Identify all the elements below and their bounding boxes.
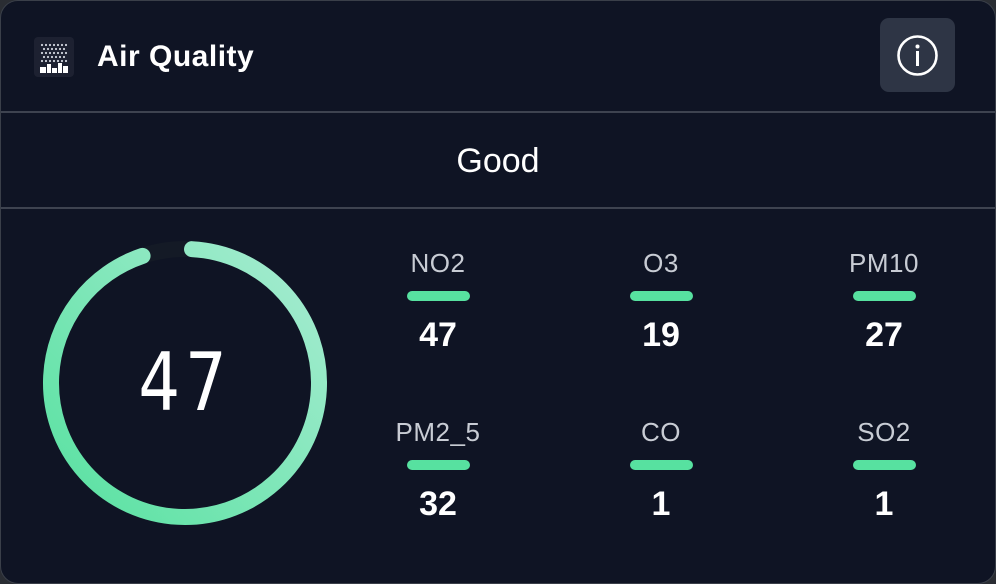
metric-label: SO2 xyxy=(857,417,911,447)
status-section: Good xyxy=(1,113,995,207)
metric-value: 32 xyxy=(419,485,457,523)
metric-value: 19 xyxy=(642,316,680,354)
air-quality-app-icon xyxy=(34,37,74,77)
metric-co: CO 1 xyxy=(591,416,731,536)
card-title: Air Quality xyxy=(97,40,255,73)
metric-label: NO2 xyxy=(410,248,466,278)
metric-so2: SO2 1 xyxy=(814,416,954,536)
metric-value: 1 xyxy=(874,485,894,523)
air-quality-card: Air Quality Good 47 NO2 47 O3 19 PM10 27… xyxy=(0,0,996,584)
metric-level-bar xyxy=(629,460,693,470)
info-icon xyxy=(897,35,938,76)
metric-label: CO xyxy=(641,417,681,447)
metric-level-bar xyxy=(629,291,693,301)
metric-level-bar xyxy=(406,291,470,301)
air-quality-status: Good xyxy=(456,142,540,180)
air-quality-icon xyxy=(40,43,68,73)
metric-value: 47 xyxy=(419,316,457,354)
metric-pm10: PM10 27 xyxy=(814,247,954,367)
metric-label: O3 xyxy=(643,248,679,278)
metric-level-bar xyxy=(406,460,470,470)
card-header: Air Quality xyxy=(1,1,995,111)
metric-value: 27 xyxy=(865,316,903,354)
metric-pm2-5: PM2_5 32 xyxy=(368,416,508,536)
aqi-value: 47 xyxy=(138,336,232,429)
metric-value: 1 xyxy=(651,485,671,523)
metric-o3: O3 19 xyxy=(591,247,731,367)
metric-label: PM10 xyxy=(849,248,919,278)
metric-label: PM2_5 xyxy=(395,417,481,447)
metric-level-bar xyxy=(852,460,916,470)
metric-level-bar xyxy=(852,291,916,301)
info-button[interactable] xyxy=(880,18,955,92)
status-divider xyxy=(1,207,995,209)
aqi-gauge: 47 xyxy=(39,237,331,529)
metric-no2: NO2 47 xyxy=(368,247,508,367)
